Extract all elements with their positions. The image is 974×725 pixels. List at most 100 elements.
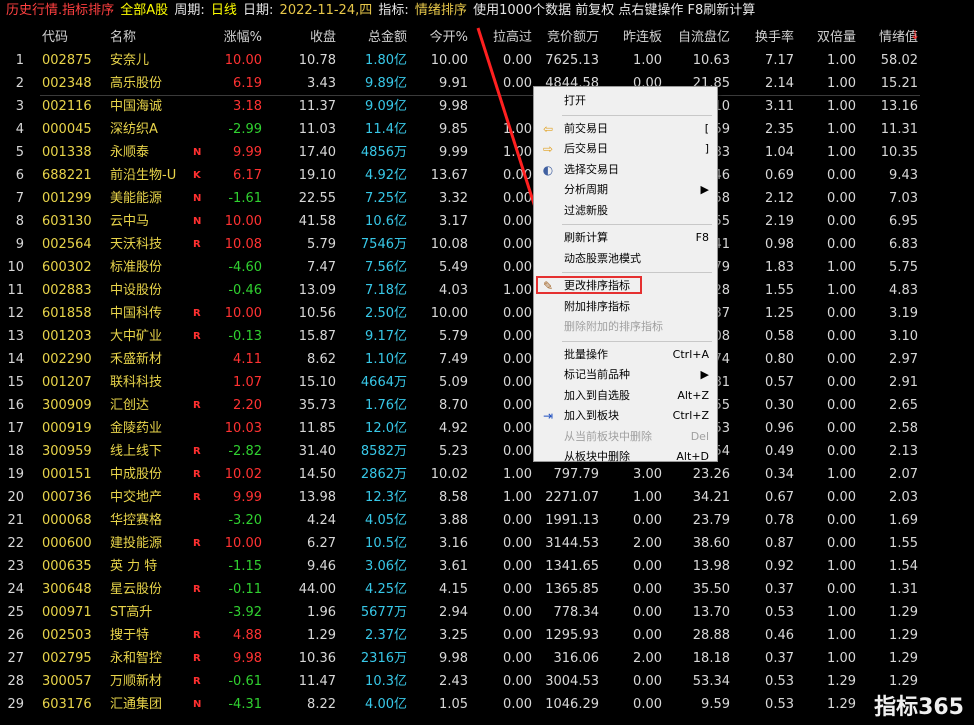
cell-close: 41.58 [298,214,336,229]
menu-item[interactable]: 分析周期 ▶ [534,180,717,200]
column-header-turn[interactable]: 换手率 [732,26,794,49]
column-header-float[interactable]: 自流盘亿 [665,26,730,49]
table-row[interactable]: 20 000736 中交地产 9.99 13.98 12.3亿 8.58 1.00 2271.0… [0,486,974,509]
table-row[interactable]: 10 600302 标准股份 -4.60 7.47 7.56亿 5.49 0.00 79 1.83… [0,256,974,279]
cell-name: 华控赛格 [110,513,163,528]
column-header-name[interactable]: 名称 [110,26,136,49]
cell-pull: 0.00 [503,76,532,91]
table-row[interactable]: 6 688221 前沿生物-U 6.17 19.10 4.92亿 13.67 0.00 46 0.… [0,164,974,187]
table-row[interactable]: 11 002883 中设股份 -0.46 13.09 7.18亿 4.03 1.00 28 1.5… [0,279,974,302]
column-header-dbl[interactable]: 双倍量 [796,26,856,49]
table-row[interactable]: 16 300909 汇创达 2.20 35.73 1.76亿 8.70 0.00 55 0.30 0… [0,394,974,417]
menu-item[interactable]: ◐ 选择交易日 [534,160,717,180]
cell-chg: -0.46 [228,283,262,298]
cell-code: 001207 [42,375,92,390]
menu-item[interactable]: 批量操作 Ctrl+A [534,345,717,365]
cell-dbl: 0.00 [827,168,856,183]
cell-chg: -1.61 [228,191,262,206]
column-header-board[interactable]: 昨连板 [602,26,662,49]
table-row[interactable]: 19 000151 中成股份 10.02 14.50 2862万 10.02 1.00 797.… [0,463,974,486]
cell-open: 3.16 [439,536,468,551]
menu-item[interactable]: ⇥ 加入到板块 Ctrl+Z [534,406,717,426]
cell-turn: 0.37 [765,582,794,597]
table-row[interactable]: 15 001207 联科科技 1.07 15.10 4664万 5.09 0.00 81 0.57… [0,371,974,394]
menu-item[interactable]: 打开 [534,91,717,111]
menu-item[interactable]: 过滤新股 [534,201,717,221]
cell-dbl: 1.29 [827,697,856,712]
table-row[interactable]: 22 000600 建投能源 10.00 6.27 10.5亿 3.16 0.00 3144.5… [0,532,974,555]
cell-name: 金陵药业 [110,421,163,436]
table-row[interactable]: 3 002116 中国海诚 3.18 11.37 9.09亿 9.98 10 3.11 1.00 1… [0,95,974,118]
menu-item[interactable]: 附加排序指标 [534,297,717,317]
column-header-chg[interactable]: 涨幅% [210,26,262,49]
table-row[interactable]: 9 002564 天沃科技 10.08 5.79 7546万 10.08 0.00 41 0.98… [0,233,974,256]
menu-item[interactable]: 动态股票池模式 [534,249,717,269]
table-row[interactable]: 13 001203 大中矿业 -0.13 15.87 9.17亿 5.79 0.00 08 0.5… [0,325,974,348]
table-row[interactable]: 25 000971 ST高升 -3.92 1.96 5677万 2.94 0.00 778.34… [0,601,974,624]
table-row[interactable]: 29 603176 汇通集团 -4.31 8.22 4.00亿 1.05 0.00 1046.2… [0,693,974,716]
date-value[interactable]: 2022-11-24,四 [280,3,373,18]
menu-item[interactable]: 刷新计算 F8 [534,228,717,248]
menu-item[interactable]: ⇦ 前交易日 [ [534,119,717,139]
period-value[interactable]: 日线 [211,3,237,18]
cell-name: 深纺织A [110,122,158,137]
cell-turn: 0.37 [765,651,794,666]
scope-label[interactable]: 全部A股 [120,3,168,18]
cell-dbl: 0.00 [827,306,856,321]
cell-name: 建投能源 [110,536,163,551]
table-row[interactable]: 8 603130 云中马 10.00 41.58 10.6亿 3.17 0.00 55 2.19 0… [0,210,974,233]
table-row[interactable]: 27 002795 永和智控 9.98 10.36 2316万 9.98 0.00 316.06… [0,647,974,670]
cell-pull: 0.00 [503,559,532,574]
table-row[interactable]: 7 001299 美能能源 -1.61 22.55 7.25亿 3.32 0.00 58 2.12… [0,187,974,210]
table-row[interactable]: 17 000919 金陵药业 10.03 11.85 12.0亿 4.92 0.00 53 0.9… [0,417,974,440]
column-header-close[interactable]: 收盘 [280,26,336,49]
table-row[interactable]: 14 002290 禾盛新材 4.11 8.62 1.10亿 7.49 0.00 74 0.80 0… [0,348,974,371]
table-row[interactable]: 1 002875 安奈儿 10.00 10.78 1.80亿 10.00 0.00 7625.1… [0,49,974,72]
cell-close: 7.47 [307,260,336,275]
table-row[interactable]: 23 000635 英 力 特 -1.15 9.46 3.06亿 3.61 0.00 1341.… [0,555,974,578]
menu-item[interactable]: ⇨ 后交易日] [534,139,717,159]
table-row[interactable]: 2 002348 高乐股份 6.19 3.43 9.89亿 9.91 0.00 4844.58 0… [0,72,974,95]
table-row[interactable]: 12 601858 中国科传 10.00 10.56 2.50亿 10.00 0.00 37 1.… [0,302,974,325]
cell-code: 002290 [42,352,92,367]
cell-name: 搜于特 [110,628,150,643]
table-row[interactable]: 5 001338 永顺泰 9.99 17.40 4856万 9.99 1.00 83 1.04 1.… [0,141,974,164]
cell-name: 联科科技 [110,375,163,390]
cell-open: 1.05 [439,697,468,712]
cell-emo: 2.13 [889,444,918,459]
column-header-open[interactable]: 今开% [410,26,468,49]
menu-item[interactable]: 从板块中删除 Alt+D [534,447,717,467]
table-row[interactable]: 4 000045 深纺织A -2.99 11.03 11.4亿 9.85 1.00 59 2.35… [0,118,974,141]
cell-pull: 1.00 [503,283,532,298]
cell-pull: 0.00 [503,513,532,528]
table-row[interactable]: 26 002503 搜于特 4.88 1.29 2.37亿 3.25 0.00 1295.93 0… [0,624,974,647]
cell-emo: 1.69 [889,513,918,528]
cell-turn: 0.49 [765,444,794,459]
menu-item[interactable]: 标记当前品种 ▶ [534,365,717,385]
cell-bid: 2271.07 [545,490,599,505]
cell-open: 5.79 [439,329,468,344]
column-header-pull[interactable]: 拉高过 [472,26,532,49]
cell-emo: 2.58 [889,421,918,436]
table-row[interactable]: 18 300959 线上线下 -2.82 31.40 8582万 5.23 0.00 54 0.4… [0,440,974,463]
indicator-value[interactable]: 情绪排序 [415,3,467,18]
table-row[interactable]: 24 300648 星云股份 -0.11 44.00 4.25亿 4.15 0.00 1365.… [0,578,974,601]
menu-item[interactable]: 加入到自选股 Alt+Z [534,386,717,406]
cell-open: 8.70 [439,398,468,413]
cell-name: 中设股份 [110,283,163,298]
column-header-bid[interactable]: 竞价额万 [535,26,599,49]
table-row[interactable]: 28 300057 万顺新材 -0.61 11.47 10.3亿 2.43 0.00 3004.… [0,670,974,693]
cell-dbl: 0.00 [827,214,856,229]
cell-pull: 1.00 [503,467,532,482]
table-row[interactable]: 21 000068 华控赛格 -3.20 4.24 4.05亿 3.88 0.00 1991.1… [0,509,974,532]
cell-emo: 1.29 [889,605,918,620]
stock-flag-badge: R [193,676,201,687]
menu-item[interactable]: ✎ 更改排序指标 [534,276,717,296]
cell-bid: 316.06 [553,651,600,666]
cell-open: 4.15 [439,582,468,597]
column-header-code[interactable]: 代码 [42,26,68,49]
cell-amt: 9.89亿 [365,76,407,91]
stock-flag-badge: K [193,170,201,181]
column-header-amt[interactable]: 总金额 [340,26,407,49]
cell-amt: 7.18亿 [365,283,407,298]
